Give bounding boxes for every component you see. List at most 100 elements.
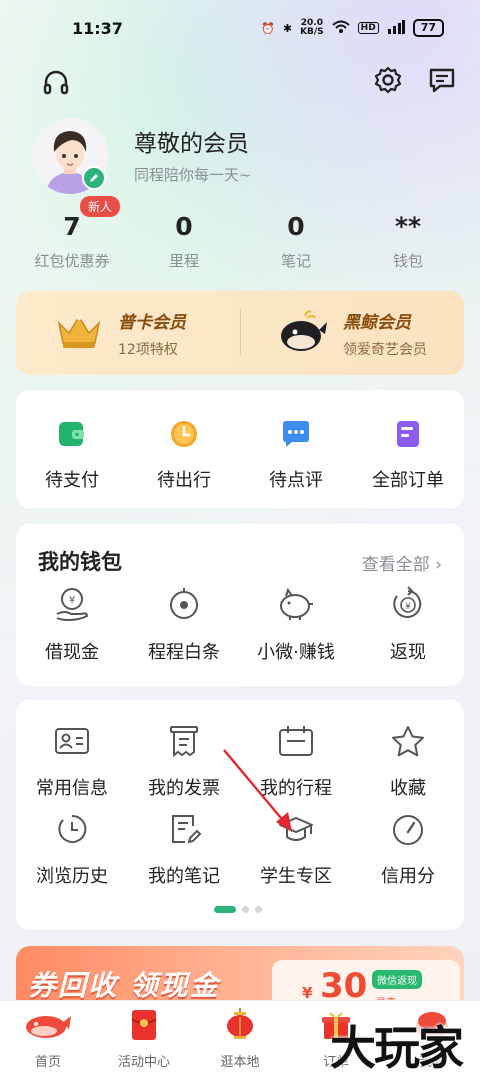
lantern-icon xyxy=(222,1007,258,1047)
tab-activity-center[interactable]: 活动中心 xyxy=(96,1001,192,1072)
clock-icon xyxy=(168,418,200,454)
graduation-cap-icon xyxy=(277,812,315,850)
svg-text:¥: ¥ xyxy=(405,602,411,612)
order-pending-review[interactable]: 待点评 xyxy=(240,390,352,508)
order-all[interactable]: 全部订单 xyxy=(352,390,464,508)
page-dot xyxy=(242,906,249,913)
headset-icon[interactable] xyxy=(39,66,73,100)
tools-card: 常用信息 我的发票 我的行程 收藏 浏览历史 我的笔记 学生专区 信用分 xyxy=(16,700,464,930)
message-icon[interactable] xyxy=(425,63,459,97)
tool-label: 收藏 xyxy=(390,778,426,799)
tab-label: 活动中心 xyxy=(117,1055,170,1070)
crown-icon xyxy=(54,311,104,355)
receipt-icon xyxy=(165,724,203,762)
tab-label: 首页 xyxy=(34,1055,61,1070)
member-name[interactable]: 尊敬的会员 xyxy=(134,124,249,158)
document-icon xyxy=(392,418,424,454)
tool-common-info[interactable]: 常用信息 xyxy=(16,724,128,800)
status-time: 11:37 xyxy=(72,18,123,38)
page-dot-active xyxy=(214,906,236,913)
wallet-view-all-link[interactable]: 查看全部 › xyxy=(362,550,442,575)
comment-icon xyxy=(280,418,312,454)
coupon-tag: 微信返现 xyxy=(372,970,422,989)
wallet-icon xyxy=(56,418,88,454)
stat-coupons[interactable]: 7 红包优惠券 xyxy=(16,212,128,278)
svg-text:¥: ¥ xyxy=(69,595,75,606)
vip-title: 普卡会员 xyxy=(118,312,186,333)
wallet-card: 我的钱包 查看全部 › ¥ 借现金 程程白条 小微·赚钱 ¥ 返现 xyxy=(16,524,464,686)
red-envelope-icon xyxy=(126,1007,162,1047)
vip-black-whale[interactable]: 黑鲸会员 领爱奇艺会员 xyxy=(241,308,464,359)
order-label: 全部订单 xyxy=(372,470,444,491)
wallet-item-borrow-cash[interactable]: ¥ 借现金 xyxy=(16,586,128,664)
wifi-icon xyxy=(332,20,350,37)
order-pending-payment[interactable]: 待支付 xyxy=(16,390,128,508)
tool-label: 信用分 xyxy=(381,866,435,887)
watermark-text: 大玩家 xyxy=(330,1021,464,1072)
bluetooth-icon: ✱ xyxy=(282,21,293,35)
page-dot xyxy=(255,906,262,913)
stat-label: 里程 xyxy=(168,252,199,270)
banner-text: 券回收 领现金 xyxy=(28,969,220,1002)
gauge-icon xyxy=(389,812,427,850)
credit-circle-icon xyxy=(165,586,203,626)
status-icons: ⏰ ✱ 20.0 KB/S HD 77 xyxy=(261,19,444,37)
order-label: 待支付 xyxy=(45,470,99,491)
stat-label: 钱包 xyxy=(392,252,423,270)
vip-subtitle: 领爱奇艺会员 xyxy=(343,341,427,358)
tab-label: 逛本地 xyxy=(220,1055,260,1070)
cash-hand-icon: ¥ xyxy=(53,586,91,626)
tool-student-zone[interactable]: 学生专区 xyxy=(240,812,352,888)
wallet-item-credit[interactable]: 程程白条 xyxy=(128,586,240,664)
whale-icon xyxy=(277,308,329,358)
calendar-icon xyxy=(277,724,315,762)
tool-itinerary[interactable]: 我的行程 xyxy=(240,724,352,800)
wallet-title: 我的钱包 xyxy=(38,550,122,574)
tool-label: 学生专区 xyxy=(260,866,332,887)
vip-title: 黑鲸会员 xyxy=(343,312,411,333)
id-card-icon xyxy=(53,724,91,762)
edit-profile-icon[interactable] xyxy=(82,166,106,190)
alarm-icon: ⏰ xyxy=(261,21,275,35)
vip-standard[interactable]: 普卡会员 12项特权 xyxy=(16,308,241,359)
stat-wallet[interactable]: ** 钱包 xyxy=(352,212,464,278)
settings-icon[interactable] xyxy=(371,63,405,97)
signal-icon xyxy=(387,19,405,37)
stat-label: 笔记 xyxy=(280,252,311,270)
tool-notes[interactable]: 我的笔记 xyxy=(128,812,240,888)
orders-card: 待支付 待出行 待点评 全部订单 xyxy=(16,390,464,508)
tool-history[interactable]: 浏览历史 xyxy=(16,812,128,888)
hd-icon: HD xyxy=(357,22,379,34)
tool-label: 常用信息 xyxy=(36,778,108,799)
wallet-item-earn[interactable]: 小微·赚钱 xyxy=(240,586,352,664)
account-stats: 7 红包优惠券 0 里程 0 笔记 ** 钱包 xyxy=(16,212,464,278)
whale-icon xyxy=(24,1007,72,1047)
tool-credit-score[interactable]: 信用分 xyxy=(352,812,464,888)
wallet-item-cashback[interactable]: ¥ 返现 xyxy=(352,586,464,664)
tool-label: 浏览历史 xyxy=(36,866,108,887)
cashback-icon: ¥ xyxy=(389,586,427,626)
star-icon xyxy=(389,724,427,762)
tab-home[interactable]: 首页 xyxy=(0,1001,96,1072)
network-speed: 20.0 KB/S xyxy=(300,18,324,37)
piggy-bank-icon xyxy=(276,586,316,626)
wallet-item-label: 程程白条 xyxy=(148,642,220,663)
tool-label: 我的行程 xyxy=(260,778,332,799)
stat-notes[interactable]: 0 笔记 xyxy=(240,212,352,278)
note-icon xyxy=(165,812,203,850)
order-label: 待出行 xyxy=(157,470,211,491)
wallet-item-label: 小微·赚钱 xyxy=(257,642,335,663)
member-slogan: 同程陪你每一天~ xyxy=(134,166,252,184)
tool-favorites[interactable]: 收藏 xyxy=(352,724,464,800)
tool-label: 我的笔记 xyxy=(148,866,220,887)
tool-invoice[interactable]: 我的发票 xyxy=(128,724,240,800)
tool-label: 我的发票 xyxy=(148,778,220,799)
stat-value: ** xyxy=(394,212,422,241)
vip-subtitle: 12项特权 xyxy=(118,341,178,358)
status-bar: 11:37 ⏰ ✱ 20.0 KB/S HD 77 xyxy=(0,0,480,56)
order-pending-travel[interactable]: 待出行 xyxy=(128,390,240,508)
profile-section[interactable]: 新人 尊敬的会员 同程陪你每一天~ xyxy=(32,118,452,218)
tab-local[interactable]: 逛本地 xyxy=(192,1001,288,1072)
stat-mileage[interactable]: 0 里程 xyxy=(128,212,240,278)
stat-value: 7 xyxy=(63,212,81,241)
